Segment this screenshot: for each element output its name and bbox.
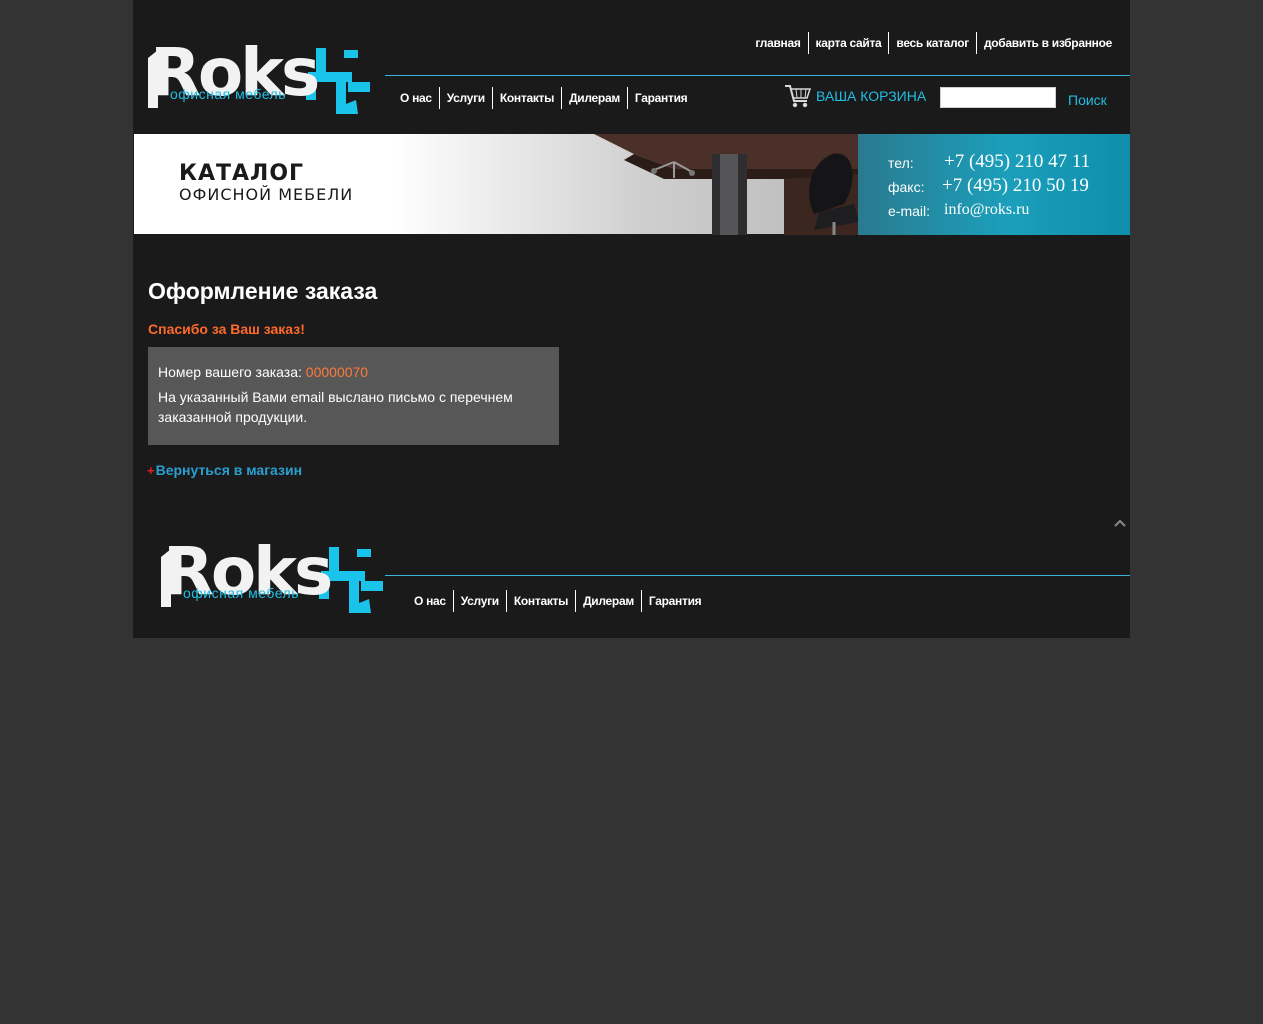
fax-label: факс:: [888, 179, 925, 195]
search-input[interactable]: [940, 87, 1056, 108]
thanks-message: Спасибо за Ваш заказ!: [148, 321, 305, 337]
main-nav: О нас Услуги Контакты Дилерам Гарантия: [393, 87, 694, 109]
top-link-bookmark[interactable]: добавить в избранное: [975, 32, 1112, 54]
banner-title-line2: ОФИСНОЙ МЕБЕЛИ: [179, 185, 354, 204]
scroll-to-top-icon[interactable]: [1113, 518, 1127, 528]
phone-label: тел:: [888, 155, 914, 171]
email-label: e-mail:: [888, 203, 931, 219]
order-info-box: Номер вашего заказа: 00000070 На указанн…: [148, 347, 559, 445]
email-link[interactable]: info@roks.ru: [944, 201, 1029, 219]
footer-logo-tagline: офисная мебель: [183, 585, 300, 601]
nav-item-services[interactable]: Услуги: [438, 87, 492, 109]
search-button[interactable]: Поиск: [1068, 92, 1107, 108]
cart-link[interactable]: ВАША КОРЗИНА: [784, 82, 926, 110]
top-link-home[interactable]: главная: [748, 32, 807, 54]
order-number-row: Номер вашего заказа: 00000070: [158, 362, 549, 382]
footer-nav-contacts[interactable]: Контакты: [505, 590, 575, 612]
logo-tagline: офисная мебель: [170, 86, 287, 102]
order-number: 00000070: [305, 364, 369, 380]
header-divider: [385, 75, 1130, 76]
contact-panel: тел: +7 (495) 210 47 11 факс: +7 (495) 2…: [858, 134, 1130, 235]
order-number-label: Номер вашего заказа:: [158, 364, 302, 380]
back-to-shop-link[interactable]: + Вернуться в магазин: [147, 462, 302, 478]
top-links: главная карта сайта весь каталог добавит…: [748, 32, 1112, 54]
footer-nav-services[interactable]: Услуги: [452, 590, 506, 612]
nav-item-dealers[interactable]: Дилерам: [561, 87, 627, 109]
back-to-shop-label: Вернуться в магазин: [155, 462, 303, 478]
office-furniture-image: [594, 134, 859, 235]
nav-item-contacts[interactable]: Контакты: [491, 87, 561, 109]
banner-title-line1: КАТАЛОГ: [179, 161, 305, 186]
page-title: Оформление заказа: [148, 278, 378, 304]
footer-nav-warranty[interactable]: Гарантия: [640, 590, 708, 612]
footer-nav: О нас Услуги Контакты Дилерам Гарантия: [407, 590, 708, 612]
page-container: Roks офисная мебель главная карта сайта …: [133, 0, 1130, 638]
catalog-banner: КАТАЛОГ ОФИСНОЙ МЕБЕЛИ тел: +7 (495) 210…: [134, 134, 1130, 235]
top-link-sitemap[interactable]: карта сайта: [807, 32, 889, 54]
nav-item-about[interactable]: О нас: [393, 87, 439, 109]
footer-nav-dealers[interactable]: Дилерам: [575, 590, 641, 612]
footer-divider: [385, 575, 1130, 576]
top-link-catalog[interactable]: весь каталог: [888, 32, 976, 54]
footer-nav-about[interactable]: О нас: [407, 590, 453, 612]
nav-item-warranty[interactable]: Гарантия: [626, 87, 694, 109]
header-logo[interactable]: Roks офисная мебель: [148, 28, 373, 116]
cart-label: ВАША КОРЗИНА: [816, 88, 927, 104]
shopping-cart-icon: [785, 85, 812, 108]
footer-logo[interactable]: Roks офисная мебель: [161, 527, 386, 615]
order-email-notice: На указанный Вами email выслано письмо с…: [158, 389, 513, 425]
plus-icon: +: [147, 462, 155, 478]
phone-number: +7 (495) 210 47 11: [944, 151, 1091, 172]
fax-number: +7 (495) 210 50 19: [942, 175, 1089, 196]
